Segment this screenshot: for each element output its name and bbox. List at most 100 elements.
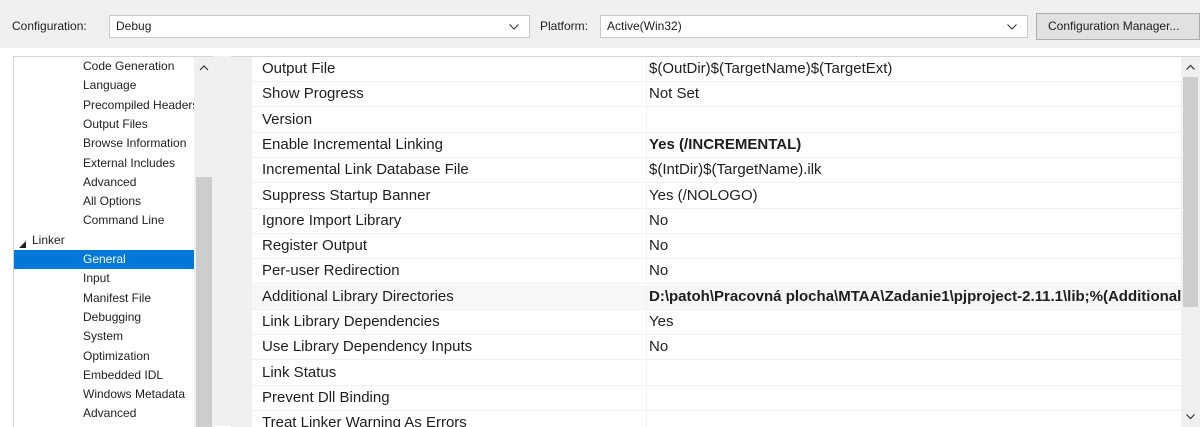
property-row[interactable]: Treat Linker Warning As Errors [252,411,1181,427]
property-value[interactable]: Yes (/NOLOGO) [646,184,1181,208]
property-name: Treat Linker Warning As Errors [262,414,467,427]
tree-item[interactable]: Linker [14,231,194,250]
platform-label: Platform: [540,19,589,33]
property-value[interactable]: D:\patoh\Pracovná plocha\MTAA\Zadanie1\p… [646,285,1181,309]
property-row[interactable]: Link Library Dependencies Yes [252,310,1181,335]
property-name: Prevent Dll Binding [262,389,390,406]
grid-scrollbar[interactable] [1181,57,1200,427]
tree-item[interactable]: Advanced [14,404,194,423]
property-category-tree: Code Generation Language Precompiled Heade… [13,56,214,427]
property-row[interactable]: Output File $(OutDir)$(TargetName)$(Targe… [252,57,1181,82]
property-value[interactable] [646,361,1181,385]
configuration-value: Debug [116,19,152,33]
property-value[interactable] [646,108,1181,132]
property-row[interactable]: Ignore Import Library No [252,209,1181,234]
scroll-down-arrow-icon[interactable] [1184,410,1197,423]
property-value[interactable]: $(IntDir)$(TargetName).ilk [646,158,1181,182]
property-value[interactable] [646,386,1181,410]
tree-item-label: Output Files [83,117,148,131]
tree-item-label: External Includes [83,156,176,170]
tree-item-label: Advanced [83,175,137,189]
tree-item-label: Precompiled Headers [83,98,194,112]
chevron-down-icon [508,16,520,37]
property-value[interactable]: Yes [646,310,1181,334]
property-name: Ignore Import Library [262,212,402,229]
tree-item-label: Windows Metadata [83,387,186,401]
configuration-bar: Configuration: Debug Platform: Active(Wi… [0,0,1200,48]
property-row[interactable]: Enable Incremental Linking Yes (/INCREMEN… [252,133,1181,158]
configuration-label: Configuration: [12,19,87,33]
grid-scrollbar-thumb[interactable] [1183,77,1198,307]
tree-item-label: Code Generation [83,59,175,73]
property-value[interactable]: No [646,234,1181,258]
property-row[interactable]: Per-user Redirection No [252,259,1181,284]
property-name: Link Status [262,364,337,381]
property-row[interactable]: Additional Library Directories D:\patoh\P… [252,285,1181,310]
property-name: Per-user Redirection [262,262,400,279]
pane-splitter[interactable] [213,56,231,426]
tree-item-label: All Options [83,194,142,208]
property-name: Output File [262,60,336,77]
property-value[interactable] [646,411,1181,427]
property-name: Link Library Dependencies [262,313,440,330]
property-value[interactable]: No [646,209,1181,233]
expanded-triangle-icon[interactable] [18,236,27,248]
property-row[interactable]: Prevent Dll Binding [252,386,1181,411]
tree-item[interactable]: Precompiled Headers [14,96,194,115]
tree-item[interactable]: Browse Information [14,134,194,153]
tree-item[interactable]: Debugging [14,308,194,327]
tree-item[interactable]: External Includes [14,154,194,173]
tree-item[interactable]: Windows Metadata [14,385,194,404]
tree-item[interactable]: All Options [14,192,194,211]
property-row[interactable]: Register Output No [252,234,1181,259]
property-row[interactable]: Incremental Link Database File $(IntDir)$… [252,158,1181,183]
tree-item-label: Language [83,78,137,92]
property-value[interactable]: No [646,259,1181,283]
property-name: Version [262,111,313,128]
tree-item[interactable]: Embedded IDL [14,366,194,385]
property-row[interactable]: Link Status [252,361,1181,386]
tree-item[interactable]: Optimization [14,347,194,366]
configuration-label-text: Configuration: [12,19,87,33]
tree-item[interactable]: General [14,250,194,269]
property-row[interactable]: Show Progress Not Set [252,82,1181,107]
tree-item-label: Embedded IDL [83,368,164,382]
scroll-up-arrow-icon[interactable] [198,61,210,73]
tree-item[interactable]: Output Files [14,115,194,134]
tree-item[interactable]: Manifest File [14,289,194,308]
property-name: Suppress Startup Banner [262,187,431,204]
grid-gutter [231,57,252,427]
configuration-dropdown[interactable]: Debug [109,15,530,38]
property-grid: Output File $(OutDir)$(TargetName)$(Targe… [231,56,1200,427]
tree-item[interactable]: Command Line [14,211,194,230]
tree-item[interactable]: Advanced [14,173,194,192]
property-name: Use Library Dependency Inputs [262,338,473,355]
tree-item[interactable]: Input [14,269,194,288]
configuration-manager-button[interactable]: Configuration Manager... [1036,13,1200,40]
tree-item-label: Advanced [83,406,137,420]
property-name: Enable Incremental Linking [262,136,443,153]
tree-item-label: Debugging [83,310,142,324]
tree-item-label: Manifest File [83,291,152,305]
tree-scrollbar[interactable] [194,57,214,427]
property-value[interactable]: Not Set [646,82,1181,106]
property-row[interactable]: Suppress Startup Banner Yes (/NOLOGO) [252,184,1181,209]
tree-item-label: Optimization [83,349,150,363]
tree-item[interactable]: Language [14,76,194,95]
platform-dropdown[interactable]: Active(Win32) [600,15,1028,38]
tree-item-label: System [83,329,124,343]
property-value[interactable]: Yes (/INCREMENTAL) [646,133,1181,157]
property-value[interactable]: $(OutDir)$(TargetName)$(TargetExt) [646,57,1181,81]
property-value[interactable]: No [646,335,1181,359]
tree-item[interactable]: Code Generation [14,57,194,76]
tree-item-label: Linker [32,233,65,247]
scroll-up-arrow-icon[interactable] [1184,61,1197,74]
property-row[interactable]: Version [252,108,1181,133]
property-row[interactable]: Use Library Dependency Inputs No [252,335,1181,360]
tree-item-label: Command Line [83,213,165,227]
tree-scrollbar-thumb[interactable] [196,177,212,427]
tree-item[interactable]: System [14,327,194,346]
tree-item-label: Input [83,271,110,285]
platform-value: Active(Win32) [607,19,682,33]
property-name: Incremental Link Database File [262,161,469,178]
